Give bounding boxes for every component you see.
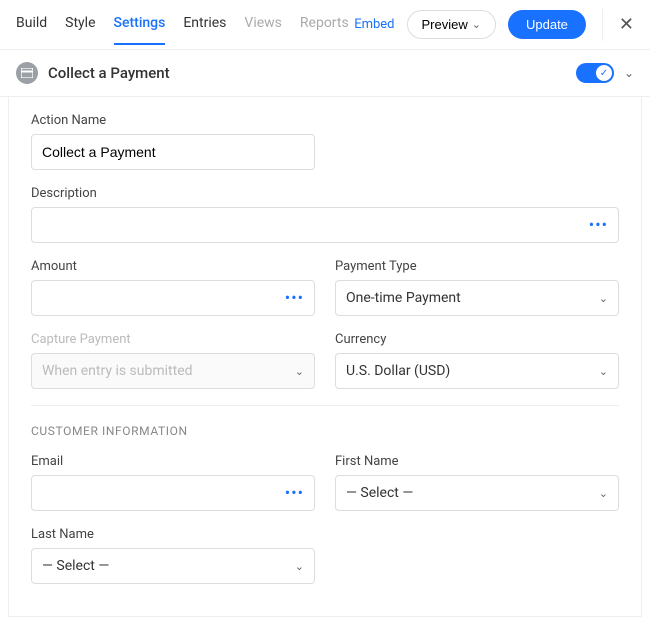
close-wrap: ✕ (602, 9, 634, 41)
input-description-wrap: ••• (31, 207, 619, 243)
section-title: Collect a Payment (48, 64, 576, 82)
update-button[interactable]: Update (508, 10, 586, 39)
divider (31, 405, 619, 406)
currency-value: U.S. Dollar (USD) (346, 363, 450, 379)
field-description: Description ••• (31, 186, 619, 243)
top-nav: Build Style Settings Entries Views Repor… (0, 0, 650, 50)
more-icon[interactable]: ••• (589, 217, 608, 233)
nav-right: Embed Preview ⌄ Update ✕ (354, 9, 634, 51)
description-input[interactable] (42, 217, 589, 233)
capture-payment-value: When entry is submitted (42, 363, 193, 379)
first-name-select[interactable]: — Select — ⌄ (335, 475, 619, 511)
embed-link[interactable]: Embed (354, 17, 394, 32)
field-email: Email ••• (31, 454, 315, 511)
tab-reports[interactable]: Reports (300, 15, 349, 45)
chevron-down-icon: ⌄ (472, 18, 481, 31)
field-capture-payment: Capture Payment When entry is submitted … (31, 332, 315, 389)
action-name-input[interactable] (42, 144, 304, 160)
label-payment-type: Payment Type (335, 259, 619, 274)
email-input[interactable] (42, 485, 285, 501)
last-name-value: — Select — (42, 558, 109, 574)
payment-type-select[interactable]: One-time Payment ⌄ (335, 280, 619, 316)
label-action-name: Action Name (31, 113, 315, 128)
section-header: Collect a Payment ✓ ⌄ (0, 50, 650, 97)
more-icon[interactable]: ••• (285, 485, 304, 501)
chevron-down-icon[interactable]: ⌄ (624, 66, 634, 80)
more-icon[interactable]: ••• (285, 290, 304, 306)
enable-toggle[interactable]: ✓ (576, 63, 614, 83)
input-amount-wrap: ••• (31, 280, 315, 316)
tab-entries[interactable]: Entries (183, 15, 226, 45)
label-first-name: First Name (335, 454, 619, 469)
chevron-down-icon: ⌄ (295, 365, 304, 378)
preview-button[interactable]: Preview ⌄ (407, 10, 496, 39)
label-description: Description (31, 186, 619, 201)
tab-build[interactable]: Build (16, 15, 47, 45)
capture-payment-select: When entry is submitted ⌄ (31, 353, 315, 389)
last-name-select[interactable]: — Select — ⌄ (31, 548, 315, 584)
input-email-wrap: ••• (31, 475, 315, 511)
tab-settings[interactable]: Settings (114, 15, 166, 45)
payment-icon (16, 62, 38, 84)
nav-tabs: Build Style Settings Entries Views Repor… (16, 15, 354, 45)
tab-views[interactable]: Views (244, 15, 282, 45)
settings-panel: Action Name Description ••• Amount ••• P… (8, 97, 642, 617)
chevron-down-icon: ⌄ (295, 560, 304, 573)
input-action-name-wrap (31, 134, 315, 170)
field-currency: Currency U.S. Dollar (USD) ⌄ (335, 332, 619, 389)
label-currency: Currency (335, 332, 619, 347)
chevron-down-icon: ⌄ (599, 292, 608, 305)
chevron-down-icon: ⌄ (599, 487, 608, 500)
toggle-knob-check-icon: ✓ (596, 65, 612, 81)
tab-style[interactable]: Style (65, 15, 95, 45)
label-email: Email (31, 454, 315, 469)
field-amount: Amount ••• (31, 259, 315, 316)
customer-info-header: CUSTOMER INFORMATION (31, 424, 619, 438)
close-icon[interactable]: ✕ (619, 14, 634, 35)
chevron-down-icon: ⌄ (599, 365, 608, 378)
field-payment-type: Payment Type One-time Payment ⌄ (335, 259, 619, 316)
first-name-value: — Select — (346, 485, 413, 501)
label-last-name: Last Name (31, 527, 315, 542)
field-first-name: First Name — Select — ⌄ (335, 454, 619, 511)
label-capture-payment: Capture Payment (31, 332, 315, 347)
field-last-name: Last Name — Select — ⌄ (31, 527, 315, 584)
label-amount: Amount (31, 259, 315, 274)
amount-input[interactable] (42, 290, 285, 306)
payment-type-value: One-time Payment (346, 290, 461, 306)
currency-select[interactable]: U.S. Dollar (USD) ⌄ (335, 353, 619, 389)
preview-label: Preview (422, 17, 468, 32)
field-action-name: Action Name (31, 113, 315, 170)
